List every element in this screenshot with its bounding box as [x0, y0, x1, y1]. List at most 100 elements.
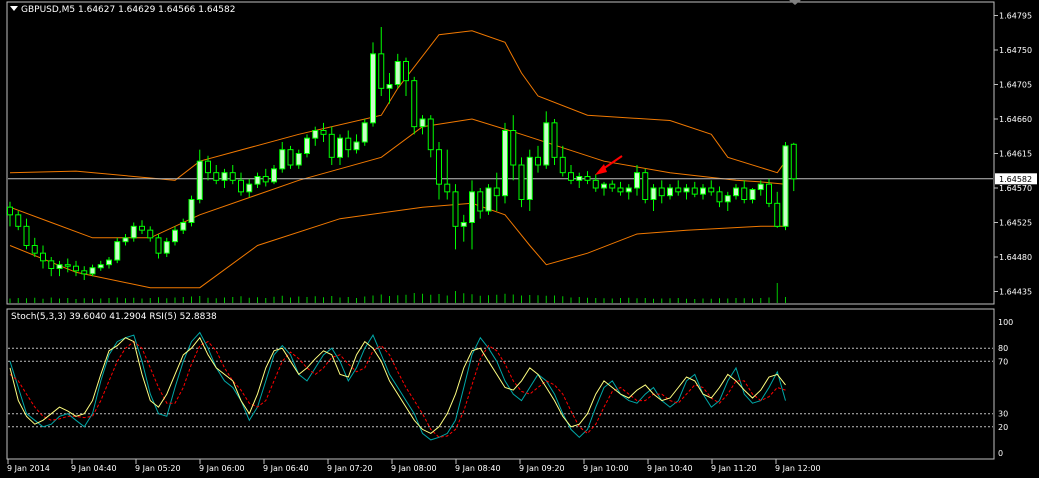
candle-body: [535, 156, 541, 166]
candle-body: [700, 187, 706, 195]
candle-body: [205, 160, 211, 174]
candle-body: [469, 191, 475, 223]
candle-body: [510, 130, 517, 166]
candle-body: [295, 153, 302, 166]
candle-body: [609, 183, 616, 189]
time-label: 9 Jan 04:40: [71, 464, 117, 473]
candle-body: [675, 187, 682, 193]
level-label: 30: [998, 410, 1008, 419]
candle-body: [733, 187, 739, 197]
price-label: 1.64660: [999, 115, 1032, 124]
candle-body: [139, 225, 145, 231]
time-label: 9 Jan 05:20: [135, 464, 181, 473]
candle-body: [130, 225, 137, 239]
candle-body: [163, 241, 170, 254]
candle-body: [172, 229, 178, 243]
candle-body: [592, 179, 599, 189]
candle-body: [213, 172, 220, 181]
candle-body: [642, 172, 649, 201]
candle-body: [782, 145, 789, 227]
time-label: 9 Jan 06:40: [263, 464, 309, 473]
price-label: 1.64480: [999, 253, 1032, 262]
price-label: 1.64750: [999, 46, 1032, 55]
price-label: 1.64795: [999, 12, 1032, 21]
chart-header: GBPUSD,M5 1.64627 1.64629 1.64566 1.6458…: [21, 5, 235, 15]
candle-body: [31, 245, 38, 254]
candle-body: [7, 206, 13, 216]
candle-body: [452, 191, 459, 227]
main-chart-area[interactable]: [6, 1, 995, 305]
candle-body: [790, 143, 797, 180]
candle-body: [279, 149, 286, 170]
candle-body: [262, 176, 269, 183]
candle-body: [502, 130, 508, 197]
candle-body: [394, 61, 401, 85]
candle-body: [683, 187, 690, 193]
candle-body: [246, 183, 253, 193]
candle-body: [774, 202, 781, 227]
candle: [287, 145, 294, 169]
candle-body: [271, 168, 277, 183]
candle-body: [122, 237, 129, 243]
candle-body: [196, 160, 203, 201]
candle-body: [667, 187, 673, 197]
candle-body: [147, 229, 154, 239]
candle-body: [749, 189, 756, 201]
candle: [361, 119, 368, 146]
candle-body: [691, 187, 698, 195]
candle-body: [188, 199, 195, 223]
candle-body: [89, 267, 96, 275]
candle-body: [370, 53, 376, 124]
level-label: 100: [998, 318, 1013, 327]
candle-body: [64, 264, 71, 267]
candle-body: [97, 264, 104, 269]
candle-body: [386, 84, 393, 89]
time-label: 9 Jan 11:20: [711, 464, 757, 473]
candle-body: [320, 130, 327, 135]
candle-body: [601, 183, 607, 189]
candle: [782, 142, 789, 231]
candle-body: [23, 225, 30, 246]
time-label: 9 Jan 10:00: [583, 464, 629, 473]
candle-body: [741, 187, 748, 200]
candle-body: [485, 187, 492, 212]
candle-body: [345, 137, 352, 151]
candle: [642, 168, 649, 204]
price-label: 1.64615: [999, 150, 1032, 159]
candle-body: [444, 183, 451, 193]
candle-body: [180, 222, 187, 231]
candle-body: [304, 137, 310, 155]
candle-body: [15, 214, 22, 227]
time-axis: 9 Jan 2014 9 Jan 04:40 9 Jan 05:20 9 Jan 06…: [7, 459, 821, 473]
indicator-window[interactable]: [6, 308, 995, 460]
candle-body: [106, 259, 112, 266]
candle-body: [568, 172, 574, 181]
svg-text:1.64582: 1.64582: [999, 175, 1032, 184]
candle-body: [650, 187, 657, 200]
candle-body: [337, 137, 343, 158]
candle-body: [155, 237, 162, 254]
time-label: 9 Jan 09:20: [519, 464, 565, 473]
candle: [188, 195, 195, 227]
candle-body: [81, 270, 88, 275]
candle-body: [625, 187, 632, 193]
candle: [485, 184, 492, 215]
candle-body: [40, 252, 46, 262]
candle-body: [403, 61, 409, 82]
candle: [411, 76, 418, 135]
time-label: 9 Jan 08:40: [455, 464, 501, 473]
candle-body: [477, 191, 484, 212]
candle-body: [419, 118, 426, 128]
candle-body: [551, 122, 558, 158]
candle-body: [460, 222, 467, 227]
candle-body: [56, 264, 63, 269]
candle-body: [328, 133, 335, 158]
price-label: 1.64525: [999, 219, 1032, 228]
candle-body: [658, 187, 665, 197]
candle-body: [427, 118, 434, 151]
candle-body: [716, 191, 723, 203]
candle: [114, 237, 121, 264]
candle-body: [114, 241, 121, 261]
chart-window[interactable]: GBPUSD,M5 1.64627 1.64629 1.64566 1.6458…: [0, 0, 1039, 478]
candle-body: [576, 176, 583, 181]
